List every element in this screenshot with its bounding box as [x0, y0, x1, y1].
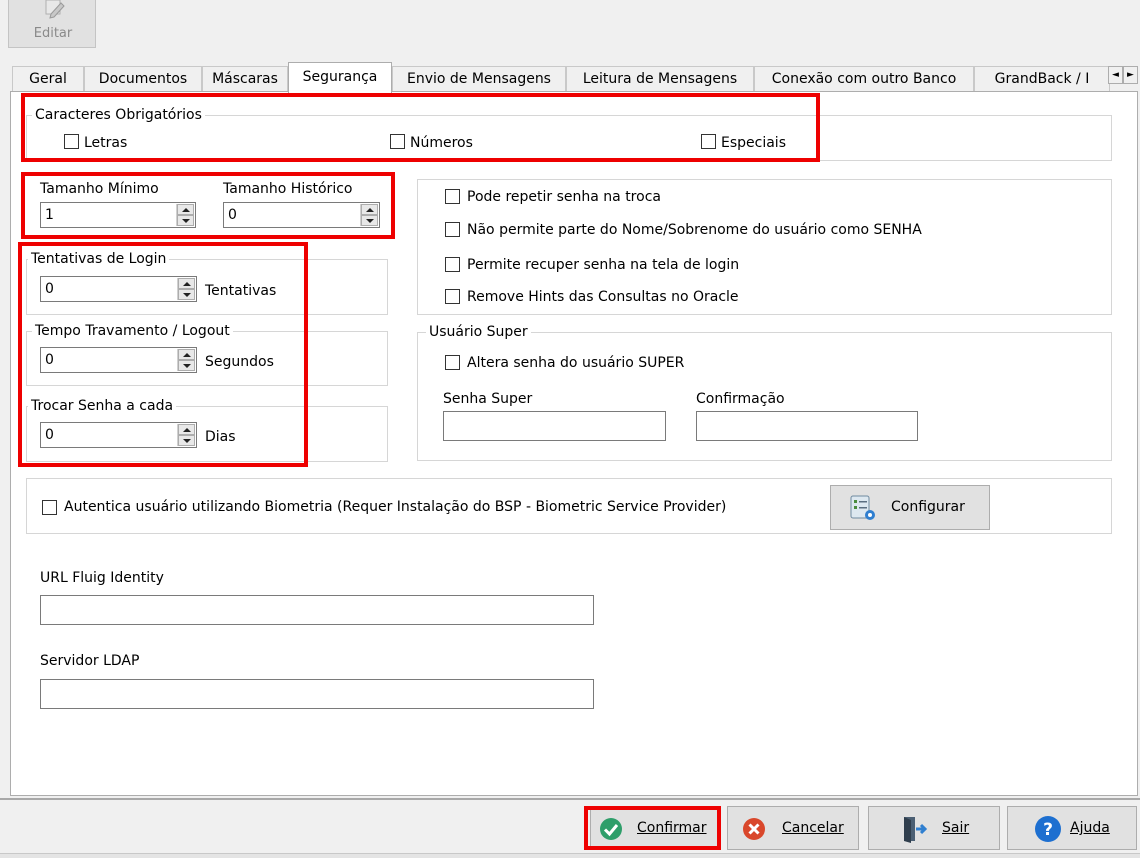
tab-leitura-mensagens[interactable]: Leitura de Mensagens — [566, 66, 754, 91]
fluig-label: URL Fluig Identity — [40, 570, 164, 586]
tamanho-minimo-value: 1 — [45, 207, 54, 223]
footer-edge — [0, 853, 1140, 858]
tab-envio-mensagens[interactable]: Envio de Mensagens — [392, 66, 566, 91]
recuperar-label: Permite recuper senha na tela de login — [467, 257, 740, 273]
especiais-checkbox[interactable] — [701, 134, 716, 149]
sair-button[interactable]: Sair — [868, 806, 1000, 850]
tab-scroll-right-icon[interactable]: ► — [1123, 66, 1138, 84]
check-icon — [600, 818, 622, 840]
hints-label: Remove Hints das Consultas no Oracle — [467, 289, 739, 305]
tempo-value: 0 — [45, 352, 54, 368]
tentativas-title: Tentativas de Login — [28, 250, 170, 268]
decrement-icon[interactable] — [178, 435, 195, 446]
cancelar-label: Cancelar — [782, 820, 844, 836]
divider — [0, 798, 1140, 800]
tamanho-historico-value: 0 — [228, 207, 237, 223]
tamanho-historico-spinner[interactable]: 0 — [223, 202, 380, 228]
exit-door-icon — [904, 817, 928, 843]
repetir-checkbox[interactable] — [445, 189, 460, 204]
letras-checkbox[interactable] — [64, 134, 79, 149]
ajuda-label: Ajuda — [1070, 820, 1110, 836]
edit-button-label: Editar — [33, 26, 73, 41]
especiais-label: Especiais — [721, 135, 786, 151]
tentativas-value: 0 — [45, 281, 54, 297]
increment-icon[interactable] — [178, 278, 195, 289]
help-icon: ? — [1035, 816, 1061, 842]
senha-super-label: Senha Super — [443, 391, 533, 407]
trocar-unit: Dias — [205, 429, 236, 445]
svg-text:?: ? — [1043, 820, 1053, 840]
ldap-input[interactable] — [40, 679, 594, 709]
decrement-icon[interactable] — [178, 289, 195, 300]
letras-label: Letras — [84, 135, 128, 151]
tab-scroll-left-icon[interactable]: ◄ — [1108, 66, 1123, 84]
fluig-input[interactable] — [40, 595, 594, 625]
tempo-title: Tempo Travamento / Logout — [32, 322, 233, 340]
altera-super-label: Altera senha do usuário SUPER — [467, 355, 685, 371]
tab-strip: Geral Documentos Máscaras Segurança Envi… — [10, 62, 1138, 93]
tamanho-historico-label: Tamanho Histórico — [223, 181, 353, 197]
settings-list-icon — [850, 495, 875, 520]
trocar-spinner[interactable]: 0 — [40, 422, 197, 448]
cancel-icon — [743, 818, 765, 840]
configurar-button[interactable]: Configurar — [830, 485, 990, 530]
cancelar-button[interactable]: Cancelar — [727, 806, 859, 850]
decrement-icon[interactable] — [178, 360, 195, 371]
ldap-label: Servidor LDAP — [40, 653, 140, 669]
usuario-super-title: Usuário Super — [426, 323, 531, 341]
tab-mascaras[interactable]: Máscaras — [202, 66, 288, 91]
trocar-value: 0 — [45, 427, 54, 443]
tab-geral[interactable]: Geral — [12, 66, 84, 91]
increment-icon[interactable] — [177, 204, 194, 215]
nome-label: Não permite parte do Nome/Sobrenome do u… — [467, 222, 922, 238]
edit-button[interactable]: Editar — [8, 0, 96, 48]
trocar-title: Trocar Senha a cada — [28, 397, 177, 415]
tab-conexao-banco[interactable]: Conexão com outro Banco — [754, 66, 974, 91]
biometria-checkbox[interactable] — [42, 500, 57, 515]
nome-checkbox[interactable] — [445, 222, 460, 237]
decrement-icon[interactable] — [361, 215, 378, 226]
recuperar-checkbox[interactable] — [445, 257, 460, 272]
repetir-label: Pode repetir senha na troca — [467, 189, 661, 205]
hints-checkbox[interactable] — [445, 289, 460, 304]
tamanho-minimo-spinner[interactable]: 1 — [40, 202, 196, 228]
altera-super-checkbox[interactable] — [445, 355, 460, 370]
tab-documentos[interactable]: Documentos — [84, 66, 202, 91]
confirmar-button[interactable]: Confirmar — [590, 806, 718, 850]
biometria-label: Autentica usuário utilizando Biometria (… — [64, 499, 727, 515]
toolbar: Editar — [0, 0, 1140, 52]
senha-super-input[interactable] — [443, 411, 666, 441]
numeros-label: Números — [410, 135, 473, 151]
edit-icon — [45, 0, 65, 19]
ajuda-button[interactable]: ? Ajuda — [1007, 806, 1137, 850]
increment-icon[interactable] — [178, 349, 195, 360]
numeros-checkbox[interactable] — [390, 134, 405, 149]
increment-icon[interactable] — [361, 204, 378, 215]
tempo-spinner[interactable]: 0 — [40, 347, 197, 373]
tab-grandback[interactable]: GrandBack / I — [974, 66, 1110, 91]
tentativas-spinner[interactable]: 0 — [40, 276, 197, 302]
confirmar-label: Confirmar — [637, 820, 707, 836]
caracteres-title: Caracteres Obrigatórios — [32, 106, 205, 124]
increment-icon[interactable] — [178, 424, 195, 435]
tempo-unit: Segundos — [205, 354, 274, 370]
configurar-label: Configurar — [891, 499, 965, 515]
sair-label: Sair — [942, 820, 970, 836]
tentativas-unit: Tentativas — [205, 283, 277, 299]
decrement-icon[interactable] — [177, 215, 194, 226]
tab-seguranca[interactable]: Segurança — [288, 62, 392, 93]
tamanho-minimo-label: Tamanho Mínimo — [40, 181, 159, 197]
confirmacao-input[interactable] — [696, 411, 918, 441]
confirmacao-label: Confirmação — [696, 391, 785, 407]
